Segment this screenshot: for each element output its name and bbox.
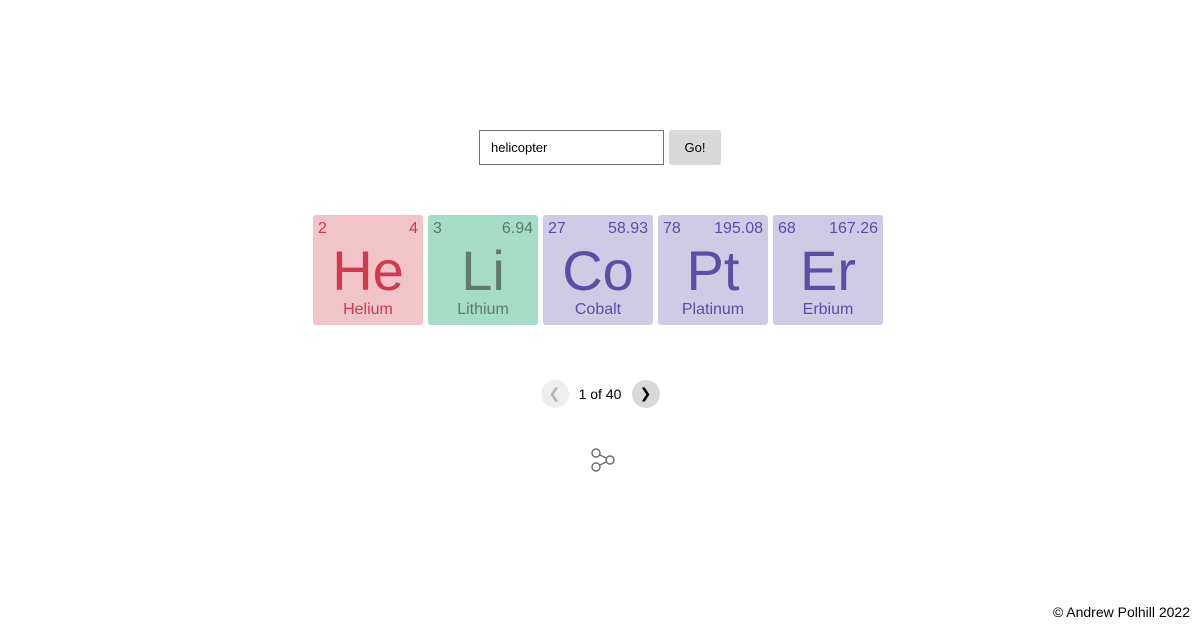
atomic-mass: 195.08	[714, 220, 763, 237]
chevron-left-icon: ❮	[548, 386, 561, 402]
element-name: Cobalt	[574, 301, 622, 318]
search-bar: Go!	[0, 130, 1200, 165]
page: Go! 2 4 He Helium 3 6.94 Li Lithium 27 5…	[0, 0, 1200, 630]
atomic-number: 2	[318, 220, 327, 237]
atomic-mass: 4	[409, 220, 418, 237]
element-name: Lithium	[457, 301, 509, 318]
atomic-number: 3	[433, 220, 442, 237]
element-tile: 27 58.93 Co Cobalt	[543, 215, 653, 325]
share-icon[interactable]	[590, 447, 616, 473]
element-symbol: Er	[800, 239, 856, 302]
search-input[interactable]	[479, 130, 664, 165]
atomic-mass: 58.93	[607, 220, 648, 237]
element-symbol: He	[332, 239, 404, 302]
go-button[interactable]: Go!	[669, 130, 721, 165]
element-tile: 68 167.26 Er Erbium	[773, 215, 883, 325]
element-symbol: Pt	[686, 239, 740, 302]
element-tile: 78 195.08 Pt Platinum	[658, 215, 768, 325]
previous-page-button[interactable]: ❮	[540, 380, 569, 408]
next-page-button[interactable]: ❯	[631, 380, 660, 408]
element-symbol: Co	[562, 239, 634, 302]
page-indicator: 1 of 40	[578, 386, 622, 402]
atomic-mass: 6.94	[501, 220, 533, 237]
element-tile: 3 6.94 Li Lithium	[428, 215, 538, 325]
atomic-number: 78	[663, 220, 681, 237]
element-symbol: Li	[461, 239, 505, 302]
element-tiles: 2 4 He Helium 3 6.94 Li Lithium 27 58.93…	[313, 215, 883, 325]
atomic-number: 68	[778, 220, 796, 237]
footer-copyright: © Andrew Polhill 2022	[1052, 604, 1190, 620]
element-tile: 2 4 He Helium	[313, 215, 423, 325]
element-name: Helium	[343, 301, 393, 318]
pagination: ❮ 1 of 40 ❯	[0, 380, 1200, 408]
share-icon-graphic	[591, 448, 615, 472]
atomic-number: 27	[548, 220, 566, 237]
chevron-right-icon: ❯	[639, 386, 652, 402]
element-name: Platinum	[681, 301, 745, 318]
atomic-mass: 167.26	[829, 220, 878, 237]
element-name: Erbium	[802, 301, 854, 318]
